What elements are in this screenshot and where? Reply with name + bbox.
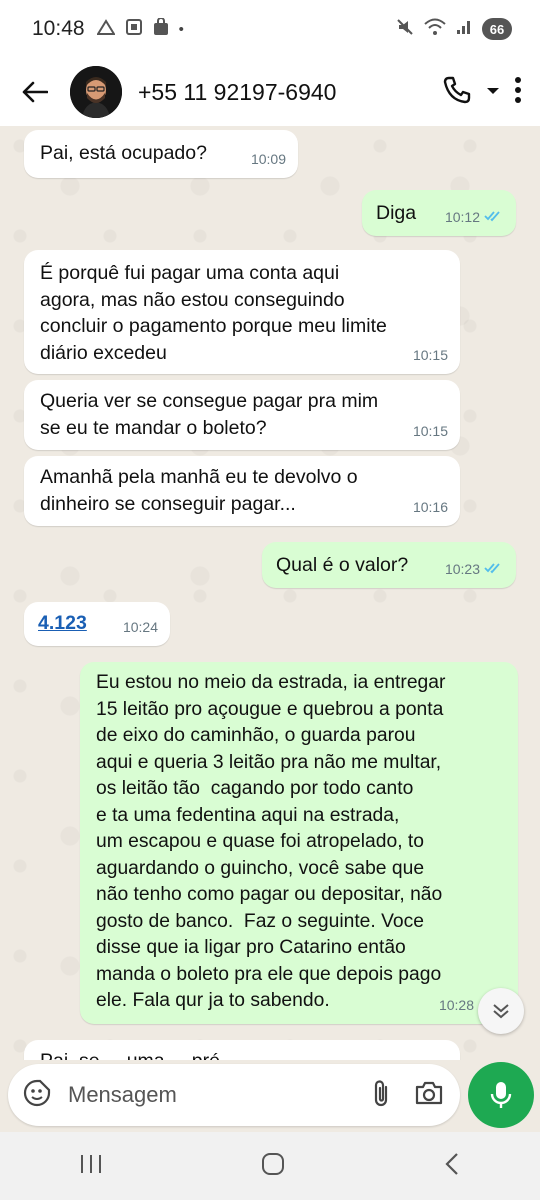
microphone-button[interactable] [468, 1062, 534, 1128]
battery-icon: 66 [482, 18, 512, 40]
wifi-icon [424, 18, 446, 40]
message-input[interactable] [66, 1081, 340, 1109]
back-arrow-icon[interactable] [20, 77, 50, 107]
more-options-icon[interactable] [514, 76, 522, 109]
scroll-to-bottom-button[interactable] [478, 988, 524, 1034]
amount-link[interactable]: 4.123 [38, 610, 87, 637]
home-icon[interactable] [260, 1151, 286, 1182]
mute-icon [396, 18, 414, 40]
back-nav-icon[interactable] [442, 1151, 462, 1182]
message-input-container [8, 1064, 460, 1126]
shopping-bag-icon [153, 17, 169, 40]
attach-icon[interactable] [370, 1078, 392, 1113]
message-time: 10:23 [444, 560, 480, 577]
system-nav-bar [0, 1132, 540, 1200]
message-time: 10:15 [412, 422, 448, 439]
message-time: 10:15 [412, 346, 448, 363]
message-text: Pai, está ocupado? [40, 142, 207, 164]
signal-icon [456, 19, 472, 39]
message-text: Qual é o valor? [276, 554, 409, 576]
incoming-message[interactable]: Pai, está ocupado? 10:09 [24, 130, 298, 178]
message-text: Eu estou no meio da estrada, ia entregar… [96, 672, 446, 1011]
message-time: 10:16 [412, 498, 448, 515]
contact-name[interactable]: +55 11 92197-6940 [138, 79, 442, 106]
composer [0, 1060, 540, 1132]
camera-icon[interactable] [414, 1080, 444, 1111]
incoming-message[interactable]: Queria ver se consegue pagar pra mim se … [24, 380, 460, 450]
double-check-icon [484, 204, 504, 231]
status-bar: 10:48 • 66 [0, 0, 540, 58]
message-time: 10:12 [444, 208, 480, 225]
chat-area[interactable]: Pai, está ocupado? 10:09 Diga 10:12 É po… [0, 126, 540, 1060]
incoming-message[interactable]: Amanhã pela manhã eu te devolvo o dinhei… [24, 456, 460, 526]
incoming-message[interactable]: É porquê fui pagar uma conta aqui agora,… [24, 250, 460, 374]
screenshot-icon [125, 18, 143, 40]
double-chevron-down-icon [493, 1004, 509, 1019]
notification-icon [95, 19, 116, 39]
message-text: Queria ver se consegue pagar pra mim se … [40, 390, 379, 439]
message-time: 10:28 [438, 996, 474, 1013]
incoming-message[interactable]: 4.123 10:24 [24, 602, 170, 646]
phone-call-icon[interactable] [442, 75, 472, 110]
outgoing-message[interactable]: Diga 10:12 [362, 190, 516, 236]
message-time: 10:24 [122, 618, 158, 635]
status-time: 10:48 [32, 17, 85, 40]
message-text: Amanhã pela manhã eu te devolvo o dinhei… [40, 466, 358, 515]
outgoing-message[interactable]: Eu estou no meio da estrada, ia entregar… [80, 662, 518, 1024]
message-text: Diga [376, 202, 417, 224]
incoming-message[interactable]: Pai, se ... uma ... pré ... [24, 1040, 460, 1060]
double-check-icon [484, 556, 504, 583]
chevron-down-icon[interactable] [486, 83, 500, 101]
avatar[interactable] [70, 66, 122, 118]
message-time: 10:09 [250, 150, 286, 167]
chat-header: +55 11 92197-6940 [0, 58, 540, 126]
message-text: É porquê fui pagar uma conta aqui agora,… [40, 262, 387, 364]
outgoing-message[interactable]: Qual é o valor? 10:23 [262, 542, 516, 588]
microphone-icon [490, 1082, 512, 1108]
message-text: Pai, se ... uma ... pré ... [40, 1048, 242, 1060]
emoji-sticker-icon[interactable] [22, 1078, 52, 1113]
recent-apps-icon[interactable] [78, 1152, 104, 1181]
dot-icon: • [178, 20, 184, 38]
